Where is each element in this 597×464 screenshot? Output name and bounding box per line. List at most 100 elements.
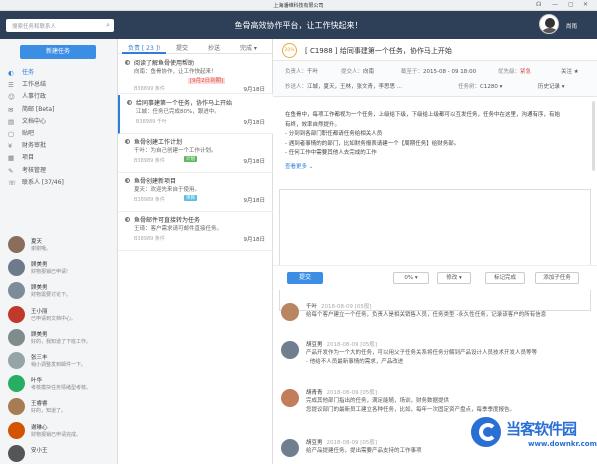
sidebar-item-forum[interactable]: ▢ 贴吧: [0, 128, 118, 140]
avatar[interactable]: [8, 375, 25, 393]
task-item-id: B38989 条件: [134, 197, 165, 203]
avatar[interactable]: [8, 421, 25, 439]
avatar[interactable]: [8, 305, 25, 323]
contact-item[interactable]: 张三丰 稍小调整发到邮件一下。: [0, 349, 118, 372]
sidebar-item-contacts[interactable]: ☏ 联系人 [37/46]: [0, 177, 118, 189]
contact-last-message: 财物报销已申请!: [31, 269, 69, 276]
avatar[interactable]: [281, 303, 299, 321]
contact-item[interactable]: 顾美男 好的，我知道了下班工作。: [0, 326, 118, 349]
meta-label: 负责人：: [285, 69, 308, 75]
avatar[interactable]: [8, 282, 25, 300]
project-icon: ▦: [8, 154, 15, 163]
follow-button[interactable]: 关注 ★: [561, 67, 579, 75]
feed-body: 给产品提建任务，提出需要产品支持的工作事项: [306, 447, 422, 456]
feed-text: 完成其他部门指出的任务，满足能随，场训，财务数据提供: [306, 398, 450, 404]
maximize-button[interactable]: ▢: [568, 1, 574, 8]
status-icon: [125, 178, 130, 183]
meta-priority[interactable]: 优先级：紧急: [498, 67, 531, 75]
sidebar-item-task[interactable]: ◐ 任务: [0, 67, 118, 79]
feed-text: 给每个客户建立一个任务，负责人是相关销售人员，任务类型 -永久性任务，记录该客户…: [306, 312, 547, 318]
status-icon: [125, 139, 130, 144]
task-item-id: B38899 条件: [134, 86, 165, 92]
contact-item[interactable]: 谢琳心 财物报销已申请完成。: [0, 419, 118, 442]
avatar[interactable]: [8, 351, 25, 369]
avatar[interactable]: [281, 341, 299, 359]
avatar[interactable]: [8, 444, 25, 462]
contact-item[interactable]: 顾美男 财物报销已申请!: [0, 256, 118, 279]
edit-button[interactable]: 修改 ▾: [437, 272, 471, 284]
avatar[interactable]: [281, 389, 299, 407]
watermark-title: 当客软件园: [506, 420, 577, 438]
tab-done[interactable]: 完成 ▾: [240, 43, 257, 52]
sidebar-item-finance[interactable]: ¥ 财务审批: [0, 140, 118, 152]
contact-item[interactable]: 安小王: [0, 442, 118, 464]
avatar[interactable]: [8, 398, 25, 416]
submit-button[interactable]: 提交: [287, 272, 323, 284]
contact-item[interactable]: 王小丽 已申请到文档中心。: [0, 303, 118, 326]
show-more-link[interactable]: 查看更多 ⌄: [285, 163, 585, 173]
contact-item[interactable]: 王睿睿 好的，知道了。: [0, 395, 118, 418]
percent-select[interactable]: 0% ▾: [393, 272, 429, 284]
meta-submitter[interactable]: 提交人：向南: [341, 67, 374, 75]
scrollbar[interactable]: [592, 101, 595, 171]
contact-last-message: 已申请到文档中心。: [31, 315, 77, 322]
sidebar-item-project[interactable]: ▦ 项目: [0, 152, 118, 164]
task-tag: 计划: [184, 156, 197, 162]
contact-last-message: 稍小调整发到邮件一下。: [31, 361, 87, 368]
sidebar-item-summary[interactable]: ☰ 工作总结: [0, 79, 118, 91]
meta-deadline[interactable]: 截至于：2015-08 - 09 18:00: [401, 67, 476, 75]
task-icon: ◐: [8, 69, 14, 77]
task-item[interactable]: 鱼骨创建新项目 夏天：欢迎先来自于使用。 B38989 条件 9月18日 项目: [118, 173, 273, 212]
contact-item[interactable]: 夏天 谢谢哦。: [0, 233, 118, 256]
active-tab-indicator: [122, 52, 166, 54]
meta-owner[interactable]: 负责人：千叶: [285, 67, 318, 75]
task-item-id: B38989 条件: [134, 158, 165, 164]
app-window: 上海潘维科技有限公司 ☊ — ▢ ✕ 搜索任务和联系人 ⌕ 鱼骨高效协作平台，让…: [0, 0, 597, 464]
feed-author: 胡豆男 2018-08-09 [05般]: [306, 340, 377, 348]
task-item[interactable]: 鱼骨邮件可直接转为任务 王琦：客户需求请可邮件直接任务。 B38989 条件 9月18…: [118, 212, 273, 251]
avatar[interactable]: [8, 259, 25, 277]
top-header: 搜索任务和联系人 ⌕ 鱼骨高效协作平台，让工作快起来！ 尚雨: [0, 11, 597, 39]
add-subtask-button[interactable]: 添加子任务: [535, 272, 579, 284]
due-row: [9月2日到期]: [188, 76, 226, 84]
contact-item[interactable]: 叶华 考核模块任务情绪型考核。: [0, 372, 118, 395]
user-name[interactable]: 尚雨: [566, 22, 577, 30]
sidebar-item-docs[interactable]: ▤ 文档中心: [0, 116, 118, 128]
tab-responsible[interactable]: 负责 [ 23 ]!: [128, 43, 160, 52]
sidebar-item-assessment[interactable]: ✎ 考核管理: [0, 165, 118, 177]
sidebar-item-hr[interactable]: ☺ 人事行政: [0, 91, 118, 103]
feed-body: 产品开发作为一个大的任务，可以用父子任务关系将任务分解到产品设计人员技术开发人员…: [306, 349, 537, 366]
user-avatar[interactable]: [539, 14, 559, 34]
sidebar-item-mail[interactable]: ✉ 简邮 [Beta]: [0, 104, 118, 116]
close-button[interactable]: ✕: [583, 1, 588, 8]
tab-submitted[interactable]: 提交: [176, 43, 188, 52]
meta-label: 优先级：: [498, 69, 521, 75]
sidebar-item-label: 简邮 [Beta]: [22, 105, 55, 113]
author-name: 千叶: [306, 304, 318, 310]
contact-last-message: 谢谢哦。: [31, 246, 52, 252]
feed-date: 2018-08-09 [05般]: [326, 440, 378, 446]
due-badge: [9月2日到期]: [188, 78, 226, 84]
window-title: 上海潘维科技有限公司: [273, 3, 324, 9]
mark-done-button[interactable]: 标记完成: [485, 272, 525, 284]
avatar[interactable]: [8, 236, 25, 253]
meta-cc[interactable]: 抄送人：江城，夏天，王林，张文青，李思思 ...: [285, 82, 402, 90]
avatar[interactable]: [8, 328, 25, 346]
history-button[interactable]: 历史记录 ▾: [538, 82, 565, 90]
new-task-button[interactable]: 新建任务: [20, 45, 96, 59]
contact-last-message: 好的，知道了。: [31, 408, 67, 415]
meta-task-tree[interactable]: 任务树：C1280 ▾: [458, 82, 502, 90]
description-line: - 遇到者事情的的部门，比如财务报表请建一个【周期任务】给财务部。: [285, 140, 460, 147]
contact-item[interactable]: 顾美男 财物需要讨论下。: [0, 279, 118, 302]
task-item[interactable]: 阅读了解鱼骨使用帮助 向南：鱼骨协作，让工作快起来！ B38899 条件 9月18日 […: [118, 55, 273, 94]
tab-cc[interactable]: 抄送: [208, 43, 220, 52]
comment-editor[interactable]: [279, 189, 591, 311]
document-icon: ▤: [8, 117, 15, 126]
avatar[interactable]: [281, 439, 299, 457]
task-item[interactable]: 给同事建第一个任务，协作马上开始 江城：任务已完成80%，跟进中。 B38989 千…: [118, 95, 273, 134]
feed-body: 完成其他部门指出的任务，满足能随，场训，财务数据提供 您提议部门的最新员工建立各种…: [306, 397, 515, 414]
support-icon[interactable]: ☊: [536, 1, 541, 8]
task-item[interactable]: 鱼骨创建工作计划 千叶：为自己创建一个工作计划。 B38989 条件 9月18日 计划: [118, 134, 273, 173]
task-item-desc: 江城：任务已完成80%，跟进中。: [136, 107, 220, 115]
minimize-button[interactable]: —: [552, 1, 558, 8]
